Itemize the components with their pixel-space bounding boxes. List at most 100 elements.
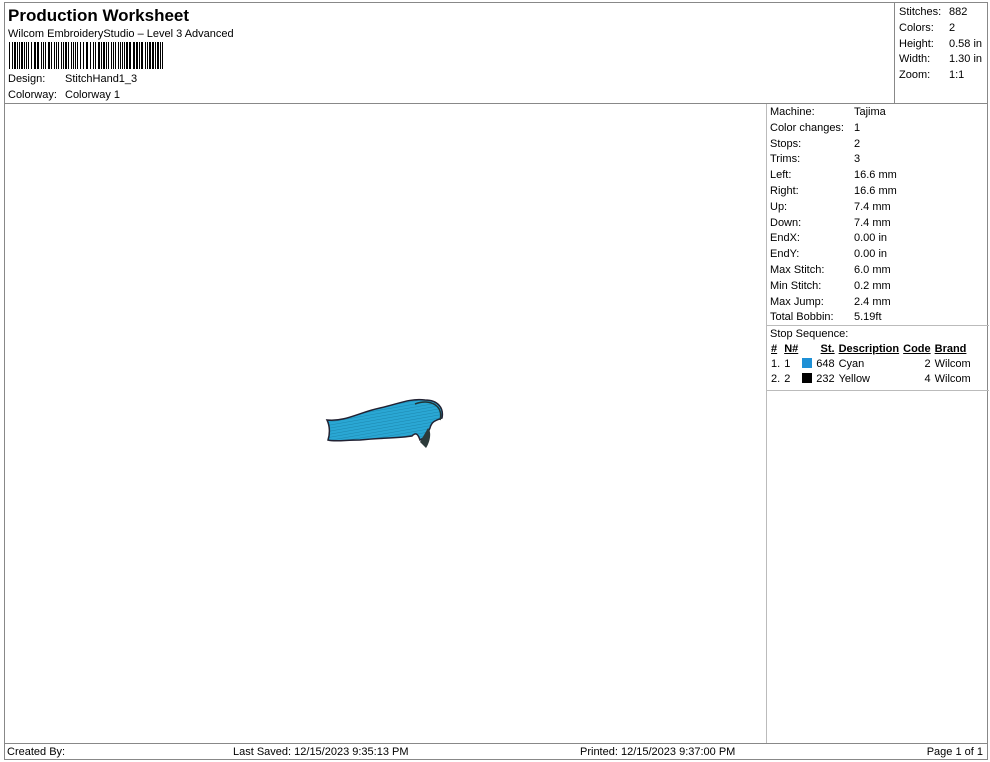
stop-sequence-table: # N# St. Description Code Brand 1. 1 648 Cyan 2 Wil… bbox=[769, 342, 973, 387]
summary-row: Width: 1.30 in bbox=[899, 53, 982, 65]
color-code: 2 bbox=[924, 358, 931, 370]
software-name: Wilcom EmbroideryStudio – Level 3 Advanc… bbox=[8, 28, 234, 40]
column-header: Brand bbox=[934, 343, 967, 355]
summary-label: Width: bbox=[899, 53, 931, 66]
summary-row: Colors: 2 bbox=[899, 22, 955, 34]
detail-value: 7.4 mm bbox=[854, 200, 891, 213]
created-by: Created By: bbox=[7, 746, 66, 758]
detail-row: Min Stitch: 0.2 mm bbox=[770, 279, 891, 293]
detail-label: Trims: bbox=[770, 153, 801, 166]
stop-index: 2. bbox=[771, 373, 781, 385]
design-name: StitchHand1_3 bbox=[65, 73, 138, 85]
detail-value: 0.2 mm bbox=[854, 279, 891, 292]
details-panel: Machine: Tajima Color changes: 1 Stops: 2 Trim… bbox=[766, 104, 989, 743]
column-header: # bbox=[771, 343, 778, 355]
color-description: Yellow bbox=[838, 373, 871, 385]
detail-label: Stops: bbox=[770, 137, 802, 150]
color-description: Cyan bbox=[838, 358, 865, 370]
detail-value: 2.4 mm bbox=[854, 295, 891, 308]
detail-value: 3 bbox=[854, 153, 861, 166]
column-header bbox=[800, 342, 814, 357]
detail-value: 16.6 mm bbox=[854, 185, 897, 197]
summary-label: Height: bbox=[899, 37, 934, 50]
detail-row: Color changes: 1 bbox=[770, 121, 860, 135]
stop-row: 1. 1 648 Cyan 2 Wilcom bbox=[769, 357, 973, 372]
printed-date: Printed: 12/15/2023 9:37:00 PM bbox=[580, 746, 736, 758]
detail-value: 5.19ft bbox=[854, 311, 882, 324]
detail-value: 16.6 mm bbox=[854, 169, 897, 182]
color-swatch bbox=[802, 358, 813, 368]
detail-row: Right: 16.6 mm bbox=[770, 184, 897, 198]
detail-value: 2 bbox=[854, 137, 861, 150]
detail-value: 7.4 mm bbox=[854, 216, 891, 229]
detail-label: Min Stitch: bbox=[770, 279, 822, 292]
needle-number: 2 bbox=[784, 373, 791, 385]
colorway-label: Colorway: bbox=[8, 89, 57, 101]
detail-label: Total Bobbin: bbox=[770, 311, 834, 324]
summary-label: Stitches: bbox=[899, 6, 942, 18]
barcode bbox=[9, 42, 197, 69]
detail-value: 0.00 in bbox=[854, 232, 888, 245]
detail-row: Up: 7.4 mm bbox=[770, 200, 891, 214]
footer: Created By: Last Saved: 12/15/2023 9:35:… bbox=[4, 743, 988, 760]
colorway-row: Colorway: Colorway 1 bbox=[8, 89, 120, 101]
colorway-name: Colorway 1 bbox=[65, 89, 121, 101]
design-label: Design: bbox=[8, 73, 46, 85]
detail-row: Total Bobbin: 5.19ft bbox=[770, 310, 882, 324]
summary-value: 882 bbox=[949, 6, 968, 18]
detail-row: Max Jump: 2.4 mm bbox=[770, 295, 891, 309]
detail-label: Right: bbox=[770, 185, 799, 197]
summary-box: Stitches: 882 Colors: 2 Height: 0.58 in Width:… bbox=[894, 2, 988, 104]
column-header: N# bbox=[784, 343, 799, 355]
color-code: 4 bbox=[924, 373, 931, 385]
detail-row: Trims: 3 bbox=[770, 152, 860, 166]
detail-label: Left: bbox=[770, 169, 792, 182]
summary-label: Zoom: bbox=[899, 69, 931, 82]
detail-row: Machine: Tajima bbox=[770, 105, 886, 119]
detail-label: EndX: bbox=[770, 232, 800, 245]
summary-row: Stitches: 882 bbox=[899, 6, 967, 18]
stop-sequence-label: Stop Sequence: bbox=[770, 328, 849, 340]
detail-label: Color changes: bbox=[770, 121, 844, 134]
detail-value: Tajima bbox=[854, 106, 886, 118]
summary-value: 1:1 bbox=[949, 69, 965, 82]
column-header: Description bbox=[838, 343, 900, 355]
summary-value: 2 bbox=[949, 21, 956, 34]
thread-brand: Wilcom bbox=[934, 358, 971, 370]
detail-row: Stops: 2 bbox=[770, 137, 860, 151]
needle-number: 1 bbox=[784, 358, 791, 370]
page-title: Production Worksheet bbox=[8, 6, 190, 25]
detail-label: Max Stitch: bbox=[770, 264, 825, 276]
page-number: Page 1 of 1 bbox=[926, 746, 983, 758]
stop-sequence: Stop Sequence: # N# St. Description Code Bran… bbox=[767, 325, 989, 391]
summary-value: 1.30 in bbox=[949, 53, 983, 66]
detail-row: EndY: 0.00 in bbox=[770, 247, 887, 261]
summary-row: Zoom: 1:1 bbox=[899, 69, 964, 81]
column-header: St. bbox=[820, 343, 835, 355]
color-swatch bbox=[802, 373, 813, 383]
detail-row: Down: 7.4 mm bbox=[770, 216, 891, 230]
detail-value: 6.0 mm bbox=[854, 264, 891, 276]
detail-value: 1 bbox=[854, 121, 861, 134]
stop-row: 2. 2 232 Yellow 4 Wilcom bbox=[769, 372, 973, 387]
design-row: Design: StitchHand1_3 bbox=[8, 73, 137, 85]
column-header: Code bbox=[903, 343, 931, 355]
summary-row: Height: 0.58 in bbox=[899, 38, 982, 50]
last-saved: Last Saved: 12/15/2023 9:35:13 PM bbox=[233, 746, 409, 758]
summary-label: Colors: bbox=[899, 21, 934, 34]
detail-label: Up: bbox=[770, 200, 788, 213]
detail-row: Left: 16.6 mm bbox=[770, 168, 897, 182]
stop-index: 1. bbox=[771, 358, 781, 370]
summary-value: 0.58 in bbox=[949, 37, 983, 50]
design-preview bbox=[325, 398, 444, 448]
detail-label: EndY: bbox=[770, 248, 800, 261]
detail-label: Down: bbox=[770, 216, 802, 229]
detail-value: 0.00 in bbox=[854, 248, 888, 261]
detail-label: Max Jump: bbox=[770, 295, 824, 308]
detail-label: Machine: bbox=[770, 106, 815, 118]
detail-row: Max Stitch: 6.0 mm bbox=[770, 263, 891, 277]
stitch-count: 232 bbox=[816, 373, 835, 385]
thread-brand: Wilcom bbox=[934, 373, 971, 385]
stitch-count: 648 bbox=[816, 358, 835, 370]
detail-row: EndX: 0.00 in bbox=[770, 231, 887, 245]
